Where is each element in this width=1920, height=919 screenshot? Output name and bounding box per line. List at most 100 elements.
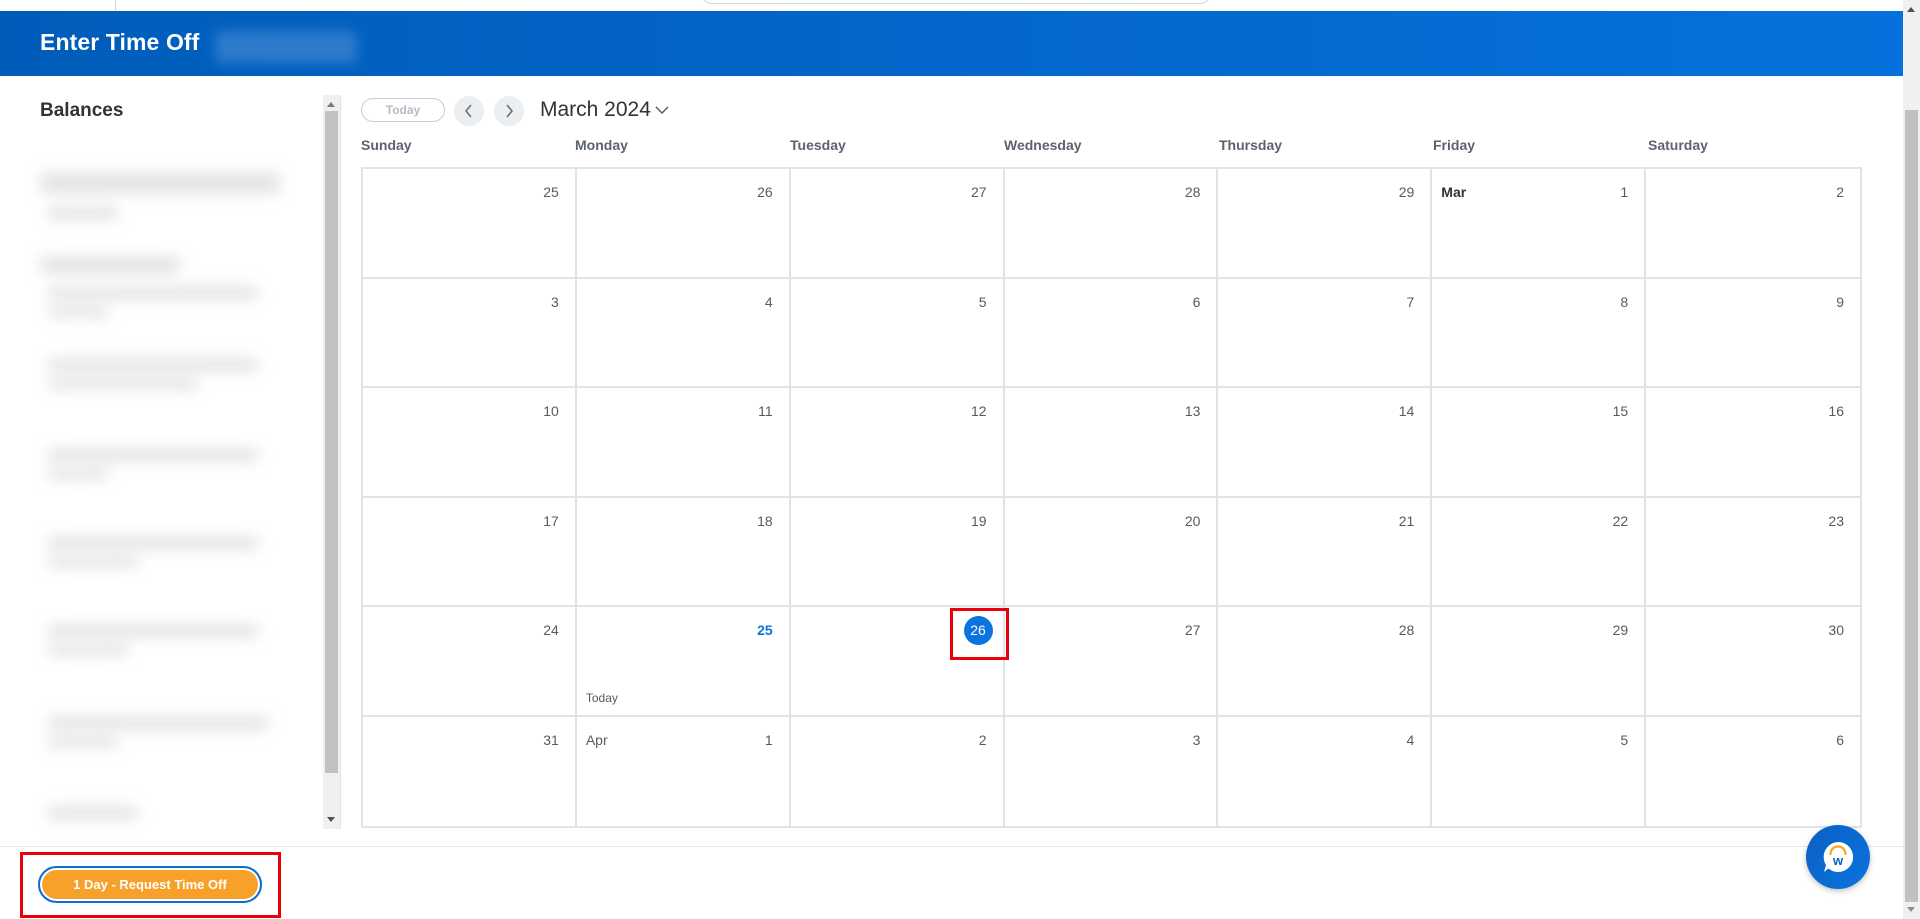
calendar-day-cell[interactable]: 28: [1218, 607, 1433, 717]
calendar-day-cell[interactable]: 25 Today: [576, 607, 791, 717]
calendar-day-cell[interactable]: Apr 1: [577, 716, 791, 826]
date-number: 27: [970, 184, 987, 200]
calendar-day-cell[interactable]: 26: [576, 169, 791, 279]
calendar-day-cell[interactable]: 27: [790, 169, 1005, 279]
date-number: 28: [1398, 622, 1415, 638]
calendar-day-cell[interactable]: 5: [790, 278, 1005, 388]
calendar-day-cell[interactable]: 4: [576, 278, 791, 388]
calendar-day-cell[interactable]: Mar 1: [1432, 169, 1647, 279]
calendar-day-cell[interactable]: 9: [1646, 279, 1860, 388]
calendar-day-cell[interactable]: 17: [363, 497, 577, 607]
calendar-day-cell[interactable]: 23: [1646, 498, 1860, 607]
date-number: 31: [543, 731, 559, 748]
date-number: 23: [1828, 512, 1844, 529]
calendar-day-cell[interactable]: 8: [1432, 278, 1647, 388]
calendar-day-cell[interactable]: 27: [1004, 607, 1219, 717]
weekday-label: Saturday: [1648, 137, 1708, 153]
calendar-day-cell[interactable]: 2: [1646, 169, 1860, 279]
redacted-balance-row: [48, 624, 258, 638]
calendar-day-cell[interactable]: 3: [1005, 716, 1219, 826]
page-scrollbar-thumb[interactable]: [1905, 110, 1918, 902]
redacted-balance-row: [40, 172, 280, 194]
calendar-day-cell[interactable]: 31: [363, 716, 577, 826]
weekday-label: Friday: [1433, 137, 1476, 153]
scroll-down-arrow-icon[interactable]: [1907, 907, 1915, 912]
calendar-day-cell[interactable]: 20: [1004, 497, 1219, 607]
date-number: 11: [758, 403, 773, 419]
balances-panel: Balances: [0, 76, 342, 846]
calendar-day-cell[interactable]: 21: [1218, 497, 1433, 607]
date-number: 19: [970, 512, 987, 529]
month-marker: Mar: [1441, 184, 1467, 200]
calendar-day-cell[interactable]: 29: [1432, 607, 1647, 717]
redacted-balance-row: [48, 536, 258, 550]
weekday-label: Thursday: [1219, 137, 1283, 153]
date-number: 5: [1620, 731, 1629, 748]
page-header: Enter Time Off: [0, 11, 1903, 76]
redacted-balance-row: [48, 736, 118, 748]
calendar-day-cell[interactable]: 6: [1646, 717, 1860, 827]
weekday-label: Sunday: [361, 137, 412, 153]
calendar-day-cell[interactable]: 29: [1218, 169, 1433, 279]
calendar-day-cell[interactable]: 19: [790, 497, 1005, 607]
calendar-day-cell[interactable]: 12: [790, 388, 1005, 498]
assistant-chat-button[interactable]: w: [1806, 825, 1870, 889]
redacted-balance-row: [48, 468, 108, 480]
redacted-balance-row: [48, 378, 198, 390]
calendar-day-cell[interactable]: 11: [576, 388, 791, 498]
calendar-grid: 25 26 27 28 29 Mar 1 2 3 4 5 6 7 8 9 10 11 12 13 14 15 16 17 18…: [361, 167, 1862, 828]
redacted-balance-row: [48, 306, 108, 318]
calendar-day-cell[interactable]: 24: [363, 607, 577, 717]
balances-heading: Balances: [40, 100, 124, 121]
calendar-day-cell[interactable]: 4: [1218, 716, 1433, 826]
date-number: 6: [1192, 293, 1201, 310]
balances-scrollbar[interactable]: [323, 95, 341, 829]
date-number: 16: [1828, 403, 1844, 419]
calendar-day-cell[interactable]: 25: [363, 169, 577, 279]
chevron-right-icon: [506, 104, 514, 118]
calendar-day-cell[interactable]: 10: [363, 388, 577, 498]
scroll-up-arrow-icon[interactable]: [1907, 7, 1915, 12]
next-month-button[interactable]: [494, 96, 524, 126]
date-number: 3: [551, 293, 559, 310]
scroll-down-arrow-icon[interactable]: [327, 817, 335, 822]
date-number: 3: [1192, 731, 1201, 748]
date-number: 15: [1612, 403, 1629, 419]
scroll-up-arrow-icon[interactable]: [327, 102, 335, 107]
date-number: 28: [1184, 184, 1201, 200]
calendar-day-cell[interactable]: 26: [790, 607, 1005, 717]
calendar-day-cell[interactable]: 3: [363, 278, 577, 388]
date-number: 6: [1836, 731, 1844, 748]
calendar-day-cell[interactable]: 18: [576, 497, 791, 607]
calendar-day-cell[interactable]: 2: [791, 716, 1005, 826]
chevron-down-icon[interactable]: [654, 104, 670, 116]
date-number: 25: [543, 184, 559, 200]
redacted-balance-row: [48, 206, 118, 220]
browser-top-strip: [0, 0, 1903, 11]
today-button[interactable]: Today: [361, 98, 445, 122]
calendar-day-cell[interactable]: 22: [1432, 497, 1647, 607]
month-year-selector[interactable]: March 2024: [540, 98, 651, 122]
date-number: 20: [1184, 512, 1201, 529]
page-scrollbar[interactable]: [1903, 0, 1920, 919]
chat-letter: w: [1832, 853, 1844, 868]
global-search-box[interactable]: [700, 0, 1212, 4]
date-number: 4: [764, 293, 773, 310]
calendar-day-cell[interactable]: 30: [1646, 607, 1860, 717]
previous-month-button[interactable]: [454, 96, 484, 126]
weekday-header: Sunday Monday Tuesday Wednesday Thursday…: [361, 137, 1862, 157]
date-number: 13: [1184, 403, 1201, 419]
calendar-day-cell[interactable]: 5: [1432, 716, 1647, 826]
scrollbar-thumb[interactable]: [325, 111, 338, 773]
calendar-day-cell[interactable]: 6: [1004, 278, 1219, 388]
page-title: Enter Time Off: [40, 29, 200, 55]
calendar-day-cell[interactable]: 13: [1004, 388, 1219, 498]
calendar-day-cell[interactable]: 28: [1004, 169, 1219, 279]
request-time-off-button[interactable]: 1 Day - Request Time Off: [38, 866, 262, 903]
calendar-day-cell[interactable]: 15: [1432, 388, 1647, 498]
footer-divider: [0, 846, 1903, 847]
calendar-day-cell[interactable]: 7: [1218, 278, 1433, 388]
calendar-day-cell[interactable]: 14: [1218, 388, 1433, 498]
calendar-day-cell[interactable]: 16: [1646, 388, 1860, 498]
today-label: Today: [585, 690, 618, 705]
